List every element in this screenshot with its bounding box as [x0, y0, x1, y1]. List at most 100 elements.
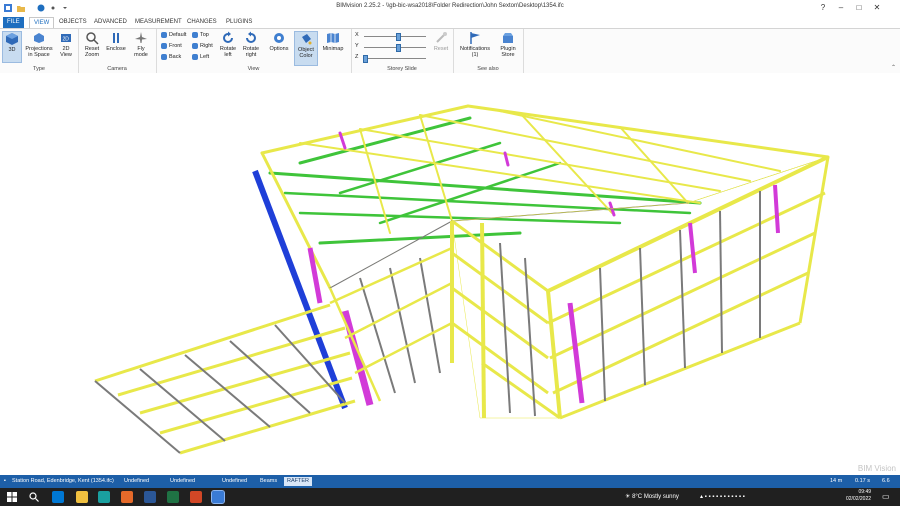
tab-changes[interactable]: CHANGES	[183, 17, 221, 28]
z-slider-thumb[interactable]	[363, 55, 369, 63]
x-slider-thumb[interactable]	[396, 33, 402, 41]
magnifier-icon	[86, 32, 99, 45]
weather-temp: 8°C	[632, 494, 643, 500]
title-bar: BIMvision 2.25.2 - \\gb-bic-wsa2018\Fold…	[0, 0, 900, 16]
maximize-button[interactable]: □	[852, 2, 866, 14]
options-button[interactable]: Options	[267, 31, 291, 52]
enclose-icon	[113, 33, 119, 43]
collapse-ribbon-icon[interactable]: ⌃	[891, 64, 896, 71]
status-type[interactable]: Beams	[260, 478, 277, 484]
3d-label: 3D	[8, 47, 16, 53]
options-label: Options	[269, 46, 289, 52]
notifications-label: Notifications (1)	[460, 46, 490, 58]
status-bar: ▪ Station Road, Edenbridge, Kent (1354.i…	[0, 475, 900, 488]
status-project[interactable]: Station Road, Edenbridge, Kent (1354.ifc…	[12, 478, 114, 484]
enclose-button[interactable]: Enclose	[105, 31, 127, 52]
left-view-icon	[192, 53, 198, 60]
3d-viewport[interactable]: BIM Vision	[0, 73, 900, 475]
close-button[interactable]: ✕	[870, 2, 884, 14]
system-tray-icons[interactable]: ▴ ▪ ▪ ▪ ▪ ▪ ▪ ▪ ▪ ▪ ▪ ▪	[700, 493, 745, 500]
object-color-label: Object Color	[298, 47, 314, 59]
see-also-group-label: See also	[477, 66, 499, 72]
excel-icon[interactable]	[167, 491, 179, 503]
paint-bucket-icon	[302, 34, 312, 45]
tab-view[interactable]: VIEW	[29, 17, 55, 28]
airplane-icon	[135, 32, 147, 43]
y-slider-label: Y	[355, 43, 359, 49]
fly-mode-label: Fly mode	[134, 46, 148, 58]
y-slider-thumb[interactable]	[396, 44, 402, 52]
windows-taskbar: ☀ 8°C Mostly sunny ▴ ▪ ▪ ▪ ▪ ▪ ▪ ▪ ▪ ▪ ▪…	[0, 488, 900, 506]
camera-group-label: Camera	[107, 66, 127, 72]
top-label: Top	[200, 32, 209, 38]
type-group: 3D Projections in Space 2D 2D View Type	[0, 29, 79, 73]
tab-file[interactable]: FILE	[3, 17, 24, 28]
rotate-right-button[interactable]: Rotate right	[241, 31, 261, 58]
fly-mode-button[interactable]: Fly mode	[130, 31, 152, 58]
view-left-button[interactable]: Left	[192, 53, 209, 61]
help-button[interactable]: ?	[816, 2, 830, 14]
reset-zoom-label: Reset Zoom	[84, 46, 100, 58]
store-icon	[503, 33, 513, 43]
view-group: Default Front Back Top Right Left Rotate…	[156, 29, 352, 73]
2d-icon: 2D	[61, 34, 71, 43]
clock-time: 09:49	[858, 489, 872, 495]
plugin-store-label: Plugin Store	[500, 46, 516, 58]
gear-icon	[274, 33, 284, 43]
x-slider-track	[364, 36, 426, 37]
minimap-button[interactable]: Minimap	[321, 31, 345, 52]
reset-slide-label: Reset	[433, 46, 449, 52]
outlook-icon[interactable]	[52, 491, 64, 503]
view-right-button[interactable]: Right	[192, 42, 213, 50]
clock-date: 02/02/2022	[846, 496, 872, 502]
file-explorer-icon[interactable]	[76, 491, 88, 503]
tab-plugins[interactable]: PLUGINS	[222, 17, 256, 28]
view-top-button[interactable]: Top	[192, 31, 209, 39]
start-icon[interactable]	[6, 491, 18, 503]
3d-button[interactable]: 3D	[2, 31, 22, 63]
view-back-button[interactable]: Back	[161, 53, 181, 61]
back-view-icon	[161, 53, 167, 60]
weather-widget[interactable]: ☀ 8°C Mostly sunny	[625, 493, 679, 500]
rotate-left-button[interactable]: Rotate left	[218, 31, 238, 58]
x-slider[interactable]: X	[355, 32, 435, 41]
view-group-label: View	[247, 66, 260, 72]
view-front-button[interactable]: Front	[161, 42, 182, 50]
y-slider[interactable]: Y	[355, 43, 435, 52]
tab-measurement[interactable]: MEASUREMENT	[131, 17, 186, 28]
clock[interactable]: 09:49 02/02/2022	[846, 489, 871, 503]
x-slider-label: X	[355, 32, 359, 38]
status-element-badge[interactable]: RAFTER	[284, 477, 312, 486]
reset-zoom-button[interactable]: Reset Zoom	[82, 31, 102, 58]
word-icon[interactable]	[144, 491, 156, 503]
tab-objects[interactable]: OBJECTS	[55, 17, 91, 28]
status-building[interactable]: Undefined	[170, 478, 195, 484]
bimvision-taskbar-icon[interactable]	[211, 490, 225, 504]
search-icon[interactable]	[28, 491, 40, 503]
storey-slide-group-label: Storey Slide	[387, 66, 417, 72]
front-view-icon	[161, 42, 167, 49]
notifications-button[interactable]: Notifications (1)	[457, 31, 493, 58]
edge-icon[interactable]	[98, 491, 110, 503]
enclose-label: Enclose	[106, 46, 126, 52]
notification-center-icon[interactable]: ▭	[882, 492, 890, 501]
2d-view-button[interactable]: 2D 2D View	[57, 31, 75, 58]
firefox-icon[interactable]	[121, 491, 133, 503]
status-site[interactable]: Undefined	[124, 478, 149, 484]
minimize-button[interactable]: –	[834, 2, 848, 14]
powerpoint-icon[interactable]	[190, 491, 202, 503]
object-color-button[interactable]: Object Color	[294, 31, 318, 66]
plugin-store-button[interactable]: Plugin Store	[496, 31, 520, 58]
projections-button[interactable]: Projections in Space	[23, 31, 55, 58]
see-also-group: Notifications (1) Plugin Store See also	[453, 29, 524, 73]
z-slider[interactable]: Z	[355, 54, 435, 63]
tab-advanced[interactable]: ADVANCED	[90, 17, 131, 28]
building-model[interactable]	[0, 73, 900, 475]
view-default-button[interactable]: Default	[161, 31, 186, 39]
status-fps: 6.6	[882, 478, 890, 484]
front-wall	[450, 155, 830, 420]
middle-wall	[307, 246, 453, 406]
camera-group: Reset Zoom Enclose Fly mode Camera	[78, 29, 157, 73]
status-storey[interactable]: Undefined	[222, 478, 247, 484]
reset-slide-button[interactable]: Reset	[431, 31, 451, 52]
